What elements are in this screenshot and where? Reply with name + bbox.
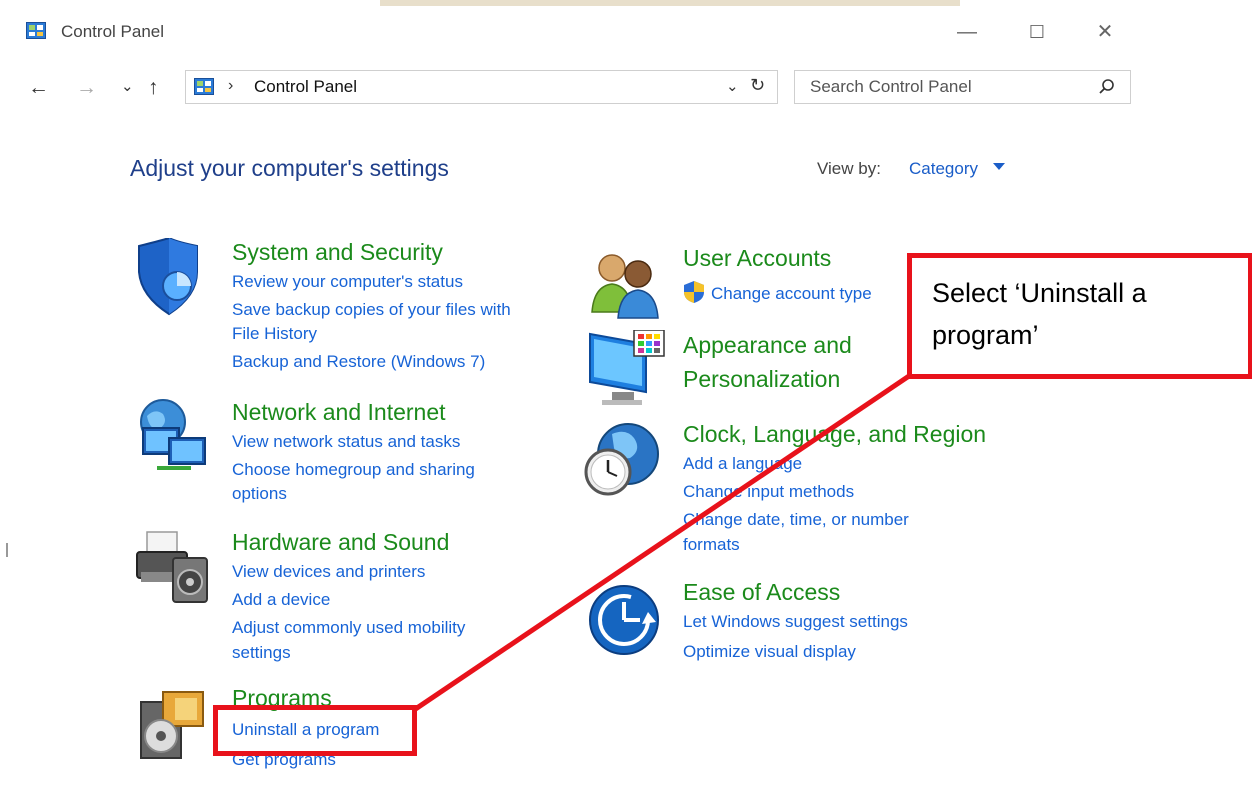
network-icon [140,399,206,470]
recent-locations-button[interactable]: ⌄ [121,72,134,102]
link-mobility-settings-2[interactable]: settings [232,641,291,665]
title-bar: Control Panel — ☐ ✕ [0,0,1252,62]
link-change-input-methods[interactable]: Change input methods [683,480,854,504]
link-get-programs[interactable]: Get programs [232,748,336,772]
link-homegroup[interactable]: Choose homegroup and sharing [232,458,475,482]
link-devices-printers[interactable]: View devices and printers [232,560,425,584]
shield-icon [138,238,198,316]
category-title-hardware-and-sound[interactable]: Hardware and Sound [232,528,449,556]
caret-down-icon[interactable] [993,163,1005,171]
link-save-backup[interactable]: Save backup copies of your files with [232,298,511,322]
link-mobility-settings[interactable]: Adjust commonly used mobility [232,616,465,640]
category-title-network-and-internet[interactable]: Network and Internet [232,398,446,426]
breadcrumb-control-panel[interactable]: Control Panel [254,77,357,97]
clock-globe-icon [584,423,659,496]
link-change-account-type[interactable]: Change account type [711,282,872,306]
link-file-history[interactable]: File History [232,322,317,346]
ease-of-access-icon [589,585,659,655]
refresh-button[interactable]: ↻ [750,75,765,96]
breadcrumb-separator: › [228,77,234,94]
maximize-button[interactable]: ☐ [1025,20,1049,44]
category-title-ease-of-access[interactable]: Ease of Access [683,578,840,606]
up-button[interactable]: ↑ [148,73,159,103]
category-title-personalization[interactable]: Personalization [683,365,840,393]
uac-shield-icon [684,281,704,303]
back-button[interactable]: ← [28,73,49,103]
link-backup-restore[interactable]: Backup and Restore (Windows 7) [232,350,485,374]
page-title: Adjust your computer's settings [130,155,449,181]
annotation-text: Select ‘Uninstall a program’ [932,278,1147,350]
close-button[interactable]: ✕ [1093,20,1117,44]
edge-artifact [6,543,8,557]
link-homegroup-options[interactable]: options [232,482,287,506]
search-box[interactable] [794,70,1131,104]
category-title-user-accounts[interactable]: User Accounts [683,244,831,272]
address-dropdown-button[interactable]: ⌄ [726,77,739,95]
view-by-dropdown[interactable]: Category [909,159,978,179]
window-title: Control Panel [61,22,165,41]
link-change-date-time[interactable]: Change date, time, or number [683,508,909,532]
category-title-clock-language-region[interactable]: Clock, Language, and Region [683,420,986,448]
link-add-language[interactable]: Add a language [683,452,802,476]
category-title-system-and-security[interactable]: System and Security [232,238,443,266]
link-add-device[interactable]: Add a device [232,588,330,612]
category-title-programs[interactable]: Programs [232,684,332,712]
address-bar[interactable]: › Control Panel ⌄ ↻ [185,70,778,104]
minimize-button[interactable]: — [955,20,979,44]
search-input[interactable] [810,77,1080,97]
control-panel-icon [194,78,214,95]
printer-icon [136,531,208,603]
link-uninstall-program[interactable]: Uninstall a program [232,718,379,742]
programs-icon [140,691,204,759]
link-optimize-visual-display[interactable]: Optimize visual display [683,640,856,664]
view-by-label: View by: [817,159,881,178]
annotation-callout: Select ‘Uninstall a program’ [907,253,1252,379]
control-panel-icon [26,22,46,39]
link-windows-suggest-settings[interactable]: Let Windows suggest settings [683,610,908,634]
search-icon[interactable] [1098,78,1116,96]
monitor-icon [589,330,665,405]
users-icon [591,254,659,319]
category-title-appearance[interactable]: Appearance and [683,331,852,359]
link-review-status[interactable]: Review your computer's status [232,270,463,294]
forward-button[interactable]: → [76,73,97,103]
link-network-status[interactable]: View network status and tasks [232,430,460,454]
link-change-date-time-formats[interactable]: formats [683,533,740,557]
